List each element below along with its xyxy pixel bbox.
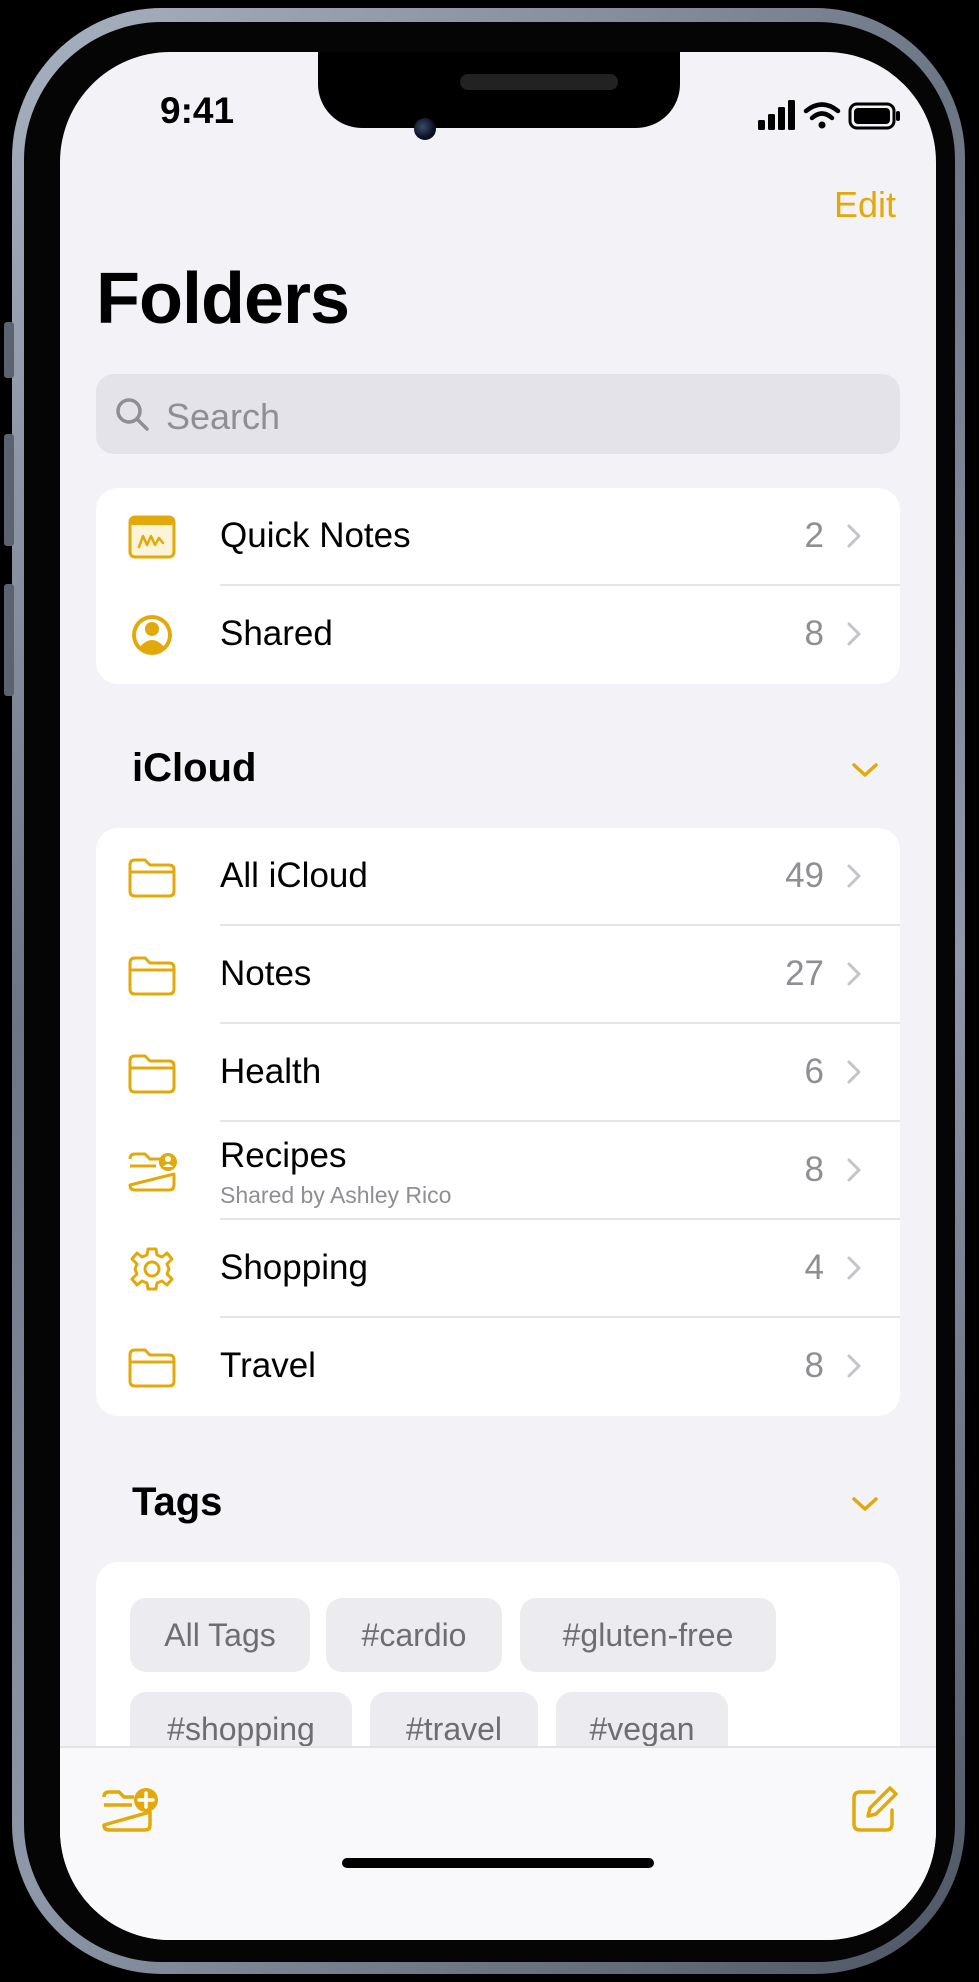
battery-icon xyxy=(848,102,900,130)
folder-count: 49 xyxy=(785,856,824,895)
notch xyxy=(318,52,680,128)
folder-label: Shopping xyxy=(220,1248,368,1287)
chevron-right-icon xyxy=(847,524,861,548)
search-placeholder: Search xyxy=(166,396,281,437)
folder-row-quick-notes[interactable]: Quick Notes 2 xyxy=(96,488,900,586)
folder-sublabel: Shared by Ashley Rico xyxy=(220,1182,452,1208)
chevron-right-icon xyxy=(847,1256,861,1280)
chevron-right-icon xyxy=(847,622,861,646)
home-indicator[interactable] xyxy=(342,1858,654,1868)
folder-count: 6 xyxy=(804,1052,824,1091)
folder-row-health[interactable]: Health 6 xyxy=(96,1024,900,1122)
chevron-right-icon xyxy=(847,1354,861,1378)
icloud-section-header[interactable]: iCloud xyxy=(132,746,256,791)
folder-label: Recipes xyxy=(220,1136,347,1175)
shared-folder-icon xyxy=(128,1152,177,1192)
front-camera xyxy=(414,118,436,140)
folder-label: Quick Notes xyxy=(220,516,411,555)
chevron-right-icon xyxy=(847,864,861,888)
folder-row-recipes[interactable]: Recipes Shared by Ashley Rico 8 xyxy=(96,1122,900,1220)
folder-label: Notes xyxy=(220,954,312,993)
folder-row-notes[interactable]: Notes 27 xyxy=(96,926,900,1024)
folder-label: Travel xyxy=(220,1346,316,1385)
wifi-icon xyxy=(803,102,841,129)
folder-count: 8 xyxy=(804,1150,824,1189)
bottom-toolbar xyxy=(60,1746,936,1940)
search-field[interactable]: Search xyxy=(96,374,900,454)
icloud-folders-card: All iCloud 49 Notes 27 Health 6 Recipes … xyxy=(96,828,900,1416)
folder-label: All iCloud xyxy=(220,856,368,895)
search-icon xyxy=(116,398,149,431)
pinned-folders-card: Quick Notes 2 Shared 8 xyxy=(96,488,900,684)
folder-label: Shared xyxy=(220,614,333,653)
chevron-right-icon xyxy=(847,962,861,986)
chevron-down-icon[interactable] xyxy=(850,1494,880,1514)
folder-count: 8 xyxy=(804,1346,824,1385)
folder-count: 2 xyxy=(804,516,824,555)
folder-row-shared[interactable]: Shared 8 xyxy=(96,586,900,684)
folder-row-all-icloud[interactable]: All iCloud 49 xyxy=(96,828,900,926)
cellular-signal-icon xyxy=(758,100,795,130)
folder-count: 27 xyxy=(785,954,824,993)
edit-button[interactable]: Edit xyxy=(834,184,896,226)
quick-notes-icon xyxy=(128,515,176,559)
volume-down-button xyxy=(4,584,14,696)
folder-icon xyxy=(128,858,176,898)
folder-count: 8 xyxy=(804,614,824,653)
gear-icon xyxy=(130,1247,174,1291)
folder-icon xyxy=(128,1348,176,1388)
tags-section-header[interactable]: Tags xyxy=(132,1480,222,1525)
shared-person-icon xyxy=(132,615,172,655)
new-folder-icon[interactable] xyxy=(100,1784,166,1836)
screen: 9:41 Edit Folders Search Quick Notes 2 S… xyxy=(60,52,936,1940)
speaker-grille xyxy=(460,74,618,90)
page-title: Folders xyxy=(96,259,350,339)
status-icons xyxy=(758,100,900,130)
status-time: 9:41 xyxy=(160,90,235,131)
folder-label: Health xyxy=(220,1052,322,1091)
tag-all-tags[interactable]: All Tags xyxy=(130,1598,310,1672)
folder-row-shopping[interactable]: Shopping 4 xyxy=(96,1220,900,1318)
volume-up-button xyxy=(4,434,14,546)
folder-row-travel[interactable]: Travel 8 xyxy=(96,1318,900,1416)
chevron-down-icon[interactable] xyxy=(850,760,880,780)
folder-icon xyxy=(128,1054,176,1094)
compose-icon[interactable] xyxy=(848,1784,900,1836)
silent-switch xyxy=(4,322,14,378)
folder-icon xyxy=(128,956,176,996)
chevron-right-icon xyxy=(847,1158,861,1182)
folder-count: 4 xyxy=(804,1248,824,1287)
tag-cardio[interactable]: #cardio xyxy=(326,1598,502,1672)
tag-gluten-free[interactable]: #gluten-free xyxy=(520,1598,776,1672)
chevron-right-icon xyxy=(847,1060,861,1084)
